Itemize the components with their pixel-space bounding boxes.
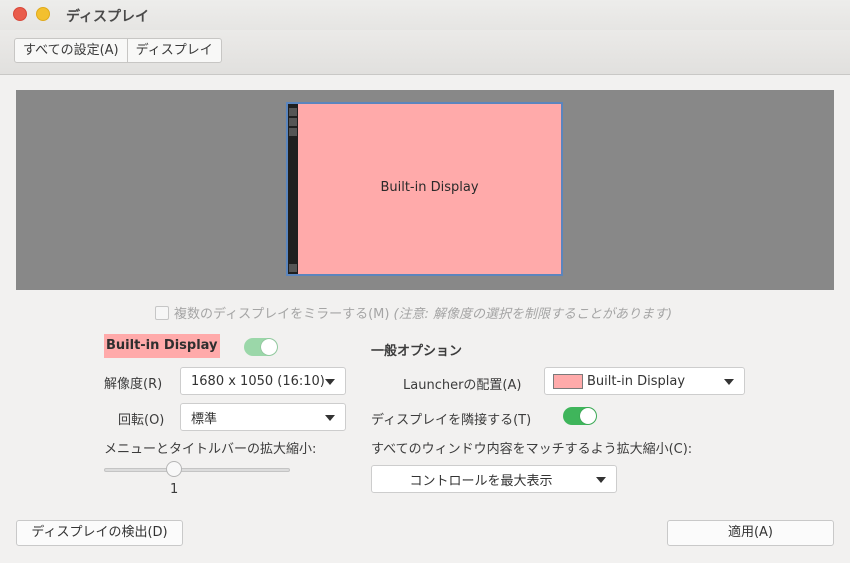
scale-slider-track[interactable] bbox=[104, 468, 290, 472]
monitor-arrangement-preview: Built-in Display bbox=[16, 90, 834, 290]
title-bar: ディスプレイ bbox=[0, 0, 850, 30]
breadcrumb-displays[interactable]: ディスプレイ bbox=[126, 39, 221, 62]
resolution-value: 1680 x 1050 (16:10) bbox=[191, 373, 325, 389]
breadcrumb: すべての設定(A) ディスプレイ bbox=[14, 38, 222, 63]
sticky-edges-label: ディスプレイを隣接する(T) bbox=[371, 413, 532, 428]
scale-all-windows-select[interactable]: コントロールを最大表示 bbox=[371, 465, 617, 493]
mirror-displays-note: (注意: 解像度の選択を制限することがあります) bbox=[393, 307, 673, 322]
launcher-placement-value: Built-in Display bbox=[587, 373, 686, 389]
general-options-heading: 一般オプション bbox=[371, 344, 463, 359]
rotation-value: 標準 bbox=[191, 411, 218, 427]
chevron-down-icon bbox=[596, 477, 606, 483]
rotation-select[interactable]: 標準 bbox=[180, 403, 346, 431]
sticky-edges-toggle[interactable] bbox=[563, 407, 597, 425]
resolution-label: 解像度(R) bbox=[104, 377, 163, 392]
chevron-down-icon bbox=[325, 415, 335, 421]
rotation-label: 回転(O) bbox=[118, 413, 165, 428]
window-title: ディスプレイ bbox=[66, 9, 150, 25]
monitor-label: Built-in Display bbox=[380, 180, 479, 195]
scale-all-windows-label: すべてのウィンドウ内容をマッチするよう拡大縮小(C): bbox=[371, 442, 693, 457]
launcher-placement-label: Launcherの配置(A) bbox=[403, 378, 522, 393]
chevron-down-icon bbox=[325, 379, 335, 385]
scale-label: メニューとタイトルバーの拡大縮小: bbox=[104, 442, 317, 457]
apply-button[interactable]: 適用(A) bbox=[667, 520, 834, 546]
scale-all-windows-value: コントロールを最大表示 bbox=[409, 473, 553, 489]
launcher-strip bbox=[288, 104, 298, 274]
mirror-displays-label: 複数のディスプレイをミラーする(M) bbox=[174, 307, 390, 322]
breadcrumb-all-settings[interactable]: すべての設定(A) bbox=[15, 39, 127, 62]
chevron-down-icon bbox=[724, 379, 734, 385]
minimize-window-button[interactable] bbox=[36, 7, 50, 21]
mirror-displays-option: 複数のディスプレイをミラーする(M) (注意: 解像度の選択を制限することがあり… bbox=[155, 303, 672, 322]
resolution-select[interactable]: 1680 x 1050 (16:10) bbox=[180, 367, 346, 395]
display-settings-panel: Built-in Display 複数のディスプレイをミラーする(M) (注意:… bbox=[0, 76, 850, 563]
detect-displays-button[interactable]: ディスプレイの検出(D) bbox=[16, 520, 183, 546]
scale-value: 1 bbox=[170, 482, 179, 497]
mirror-displays-checkbox[interactable] bbox=[155, 305, 169, 320]
selected-display-name: Built-in Display bbox=[104, 334, 220, 358]
monitor-builtin[interactable]: Built-in Display bbox=[286, 102, 563, 276]
display-color-swatch bbox=[553, 373, 583, 389]
toolbar: すべての設定(A) ディスプレイ bbox=[0, 30, 850, 75]
scale-slider-handle[interactable] bbox=[166, 461, 182, 477]
close-window-button[interactable] bbox=[13, 7, 27, 21]
display-enable-toggle[interactable] bbox=[244, 338, 278, 356]
launcher-placement-select[interactable]: Built-in Display bbox=[544, 367, 745, 395]
